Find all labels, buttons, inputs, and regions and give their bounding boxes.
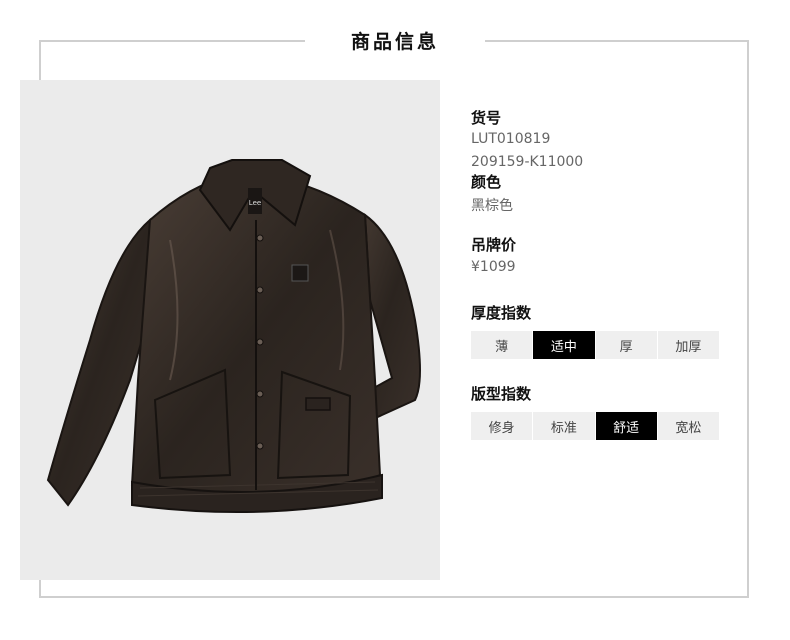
sku-value-1: LUT010819	[471, 131, 551, 147]
thickness-option-extra-thick: 加厚	[657, 331, 719, 359]
price-label: 吊牌价	[471, 236, 517, 254]
price-value: ¥1099	[471, 259, 516, 275]
fit-scale: 修身 标准 舒适 宽松	[471, 412, 719, 440]
fit-option-loose: 宽松	[657, 412, 719, 440]
jacket-illustration: Lee	[46, 159, 421, 514]
fit-option-standard: 标准	[533, 412, 595, 440]
section-title: 商品信息	[350, 30, 439, 53]
thickness-option-thin: 薄	[471, 331, 533, 359]
sku-label: 货号	[471, 109, 502, 127]
sku-value-2: 209159-K11000	[471, 154, 584, 170]
fit-label: 版型指数	[471, 385, 532, 403]
thickness-option-thick: 厚	[595, 331, 657, 359]
product-image: Lee	[20, 80, 440, 580]
thickness-scale: 薄 适中 厚 加厚	[471, 331, 719, 359]
brand-tag-text: Lee	[249, 199, 261, 207]
thickness-label: 厚度指数	[471, 304, 532, 322]
section-header: 商品信息	[305, 22, 485, 58]
fit-option-comfort: 舒适	[595, 412, 657, 440]
thickness-option-medium: 适中	[533, 331, 595, 359]
fit-option-slim: 修身	[471, 412, 533, 440]
color-label: 颜色	[471, 173, 502, 191]
color-value: 黑棕色	[471, 198, 513, 214]
